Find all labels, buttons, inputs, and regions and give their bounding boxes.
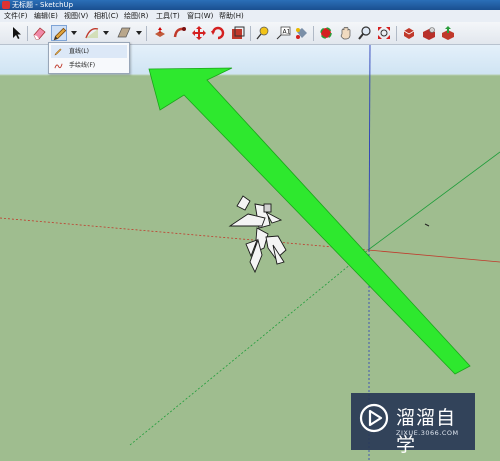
menu-tools[interactable]: 工具(T): [156, 10, 180, 22]
red-axis-negative: [0, 217, 369, 251]
toolbar-separator: [396, 26, 397, 41]
shape-tool-dropdown-arrow[interactable]: [136, 31, 142, 35]
pencil-icon: [54, 47, 63, 56]
human-figure-model[interactable]: [228, 195, 287, 274]
pencil-line-tool-icon[interactable]: [51, 25, 67, 41]
window-title: 无标题 - SketchUp: [12, 1, 74, 9]
rotate-tool-icon[interactable]: [210, 25, 226, 41]
green-axis-positive: [367, 151, 500, 251]
stray-mark: [424, 223, 430, 227]
tape-measure-tool-icon[interactable]: [255, 25, 271, 41]
share-model-icon[interactable]: [440, 25, 456, 41]
dropdown-item-line-label: 直线(L): [69, 48, 90, 55]
menu-draw[interactable]: 绘图(R): [124, 10, 148, 22]
dropdown-item-line[interactable]: 直线(L): [51, 45, 127, 58]
menu-edit[interactable]: 编辑(E): [34, 10, 58, 22]
green-annotation-arrow: [148, 67, 471, 375]
green-axis-negative: [129, 249, 369, 446]
red-axis-positive: [367, 249, 500, 263]
select-tool-icon[interactable]: [8, 25, 24, 41]
title-bar: 无标题 - SketchUp: [0, 0, 500, 10]
menu-window[interactable]: 窗口(W): [187, 10, 213, 22]
svg-text:A1: A1: [283, 29, 291, 36]
toolbar-separator: [27, 26, 28, 41]
zoom-tool-icon[interactable]: [357, 25, 373, 41]
push-pull-tool-icon[interactable]: [152, 25, 168, 41]
toolbar-separator: [146, 26, 147, 41]
arc-tool-icon[interactable]: [84, 25, 100, 41]
pan-tool-icon[interactable]: [338, 25, 354, 41]
follow-me-tool-icon[interactable]: [172, 25, 188, 41]
menu-camera[interactable]: 相机(C): [94, 10, 118, 22]
freehand-icon: [54, 61, 63, 70]
paint-bucket-tool-icon[interactable]: [294, 25, 310, 41]
sketchup-app-icon: [2, 1, 10, 9]
3d-warehouse-icon[interactable]: [401, 25, 417, 41]
blue-axis-positive: [368, 44, 371, 251]
extension-warehouse-icon[interactable]: [421, 25, 437, 41]
line-tool-dropdown-arrow[interactable]: [71, 31, 77, 35]
eraser-tool-icon[interactable]: [31, 25, 47, 41]
toolbar-separator: [313, 26, 314, 41]
toolbar-separator: [250, 26, 251, 41]
rectangle-tool-icon[interactable]: [116, 25, 132, 41]
text-tool-icon[interactable]: A1: [275, 25, 291, 41]
menu-help[interactable]: 帮助(H): [219, 10, 244, 22]
offset-tool-icon[interactable]: [230, 25, 246, 41]
play-logo-icon: [359, 403, 389, 433]
orbit-tool-icon[interactable]: [318, 25, 334, 41]
arc-tool-dropdown-arrow[interactable]: [103, 31, 109, 35]
watermark-logo: 溜溜自学 ZIXUE.3066.COM: [351, 393, 475, 456]
dropdown-item-freehand[interactable]: 手绘线(F): [51, 59, 127, 72]
line-tool-dropdown: 直线(L) 手绘线(F): [48, 42, 130, 74]
move-tool-icon[interactable]: [191, 25, 207, 41]
menu-view[interactable]: 视图(V): [64, 10, 88, 22]
dropdown-item-freehand-label: 手绘线(F): [69, 62, 96, 69]
watermark-url: ZIXUE.3066.COM: [396, 429, 459, 437]
menu-file[interactable]: 文件(F): [4, 10, 28, 22]
zoom-extents-tool-icon[interactable]: [376, 25, 392, 41]
